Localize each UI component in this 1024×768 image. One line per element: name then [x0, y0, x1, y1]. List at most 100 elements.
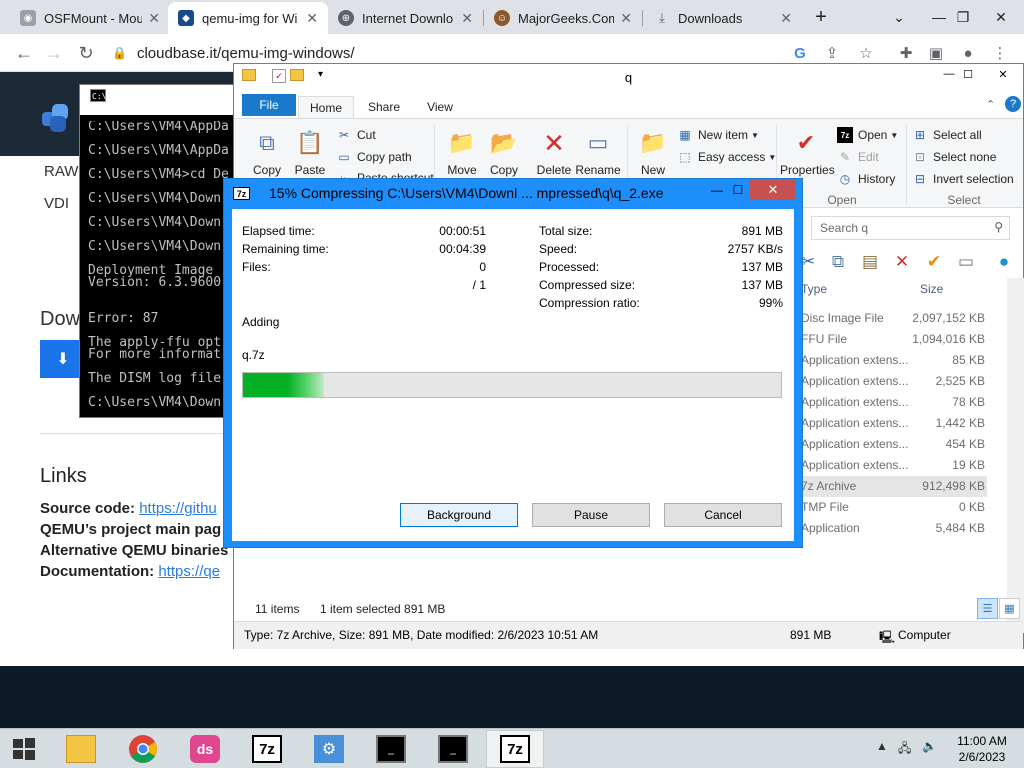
help-icon[interactable]: ? [1005, 96, 1021, 112]
close-icon[interactable]: ✕ [750, 180, 796, 200]
tab-share[interactable]: Share [360, 96, 408, 118]
start-button[interactable] [0, 730, 48, 768]
column-header-size[interactable]: Size [920, 282, 943, 296]
share-icon[interactable]: ⇪ [822, 43, 842, 63]
taskbar-chrome[interactable] [114, 730, 172, 768]
copy-icon: ⧉ [259, 130, 275, 155]
file-row[interactable]: Application extens... 19 KB [797, 455, 987, 476]
rename-button[interactable]: ▭ Rename [575, 127, 621, 177]
browser-tab-osfmount[interactable]: ◉ OSFMount - Mou ✕ [10, 2, 170, 34]
file-row[interactable]: Application extens... 2,525 KB [797, 371, 987, 392]
browser-tab-majorgeeks[interactable]: ☺ MajorGeeks.Com ✕ [484, 2, 642, 34]
paste-clipboard-icon[interactable]: ▤ [858, 250, 882, 274]
delete-x-icon[interactable]: ✕ [890, 250, 914, 274]
easy-access-button[interactable]: ⬚ Easy access ▼ [677, 149, 776, 165]
close-icon[interactable]: ✕ [984, 64, 1022, 84]
browser-tab-qemu-img[interactable]: ◆ qemu-img for Wi ✕ [168, 2, 328, 34]
paste-button[interactable]: 📋 Paste [287, 127, 333, 177]
cancel-button[interactable]: Cancel [664, 503, 782, 527]
tab-view[interactable]: View [418, 96, 462, 118]
open-button[interactable]: 7z Open ▼ [837, 127, 898, 143]
file-row[interactable]: Application extens... 1,442 KB [797, 413, 987, 434]
select-none-button[interactable]: ⊡ Select none [912, 149, 996, 165]
taskbar-7zip[interactable]: 7z [238, 730, 296, 768]
properties-button[interactable]: ✔ Properties [780, 127, 835, 177]
tab-close-icon[interactable]: ✕ [461, 10, 473, 27]
invert-selection-button[interactable]: ⊟ Invert selection [912, 171, 1014, 187]
taskbar-cmd-2[interactable]: _ [424, 730, 482, 768]
select-all-button[interactable]: ⊞ Select all [912, 127, 982, 143]
file-row[interactable]: 7z Archive 912,498 KB [797, 476, 987, 497]
cmd-title-bar[interactable]: C:\ [80, 85, 238, 115]
command-prompt-window[interactable]: C:\ C:\Users\VM4\AppDa C:\Users\VM4\AppDa… [79, 84, 239, 418]
background-button[interactable]: Background [400, 503, 518, 527]
alternative-binaries-link[interactable]: Alternative QEMU binaries [40, 542, 228, 559]
globe-icon[interactable]: ● [992, 250, 1016, 274]
taskbar-7zip-progress[interactable]: 7z [486, 730, 544, 768]
browser-tab-internet-download[interactable]: ⊕ Internet Downlo ✕ [328, 2, 483, 34]
copy-icon[interactable]: ⧉ [826, 250, 850, 274]
copy-button[interactable]: ⧉ Copy [244, 127, 290, 177]
edit-button[interactable]: ✎ Edit [837, 149, 879, 165]
show-hidden-icons-icon[interactable]: ▲ [876, 739, 888, 753]
maximize-icon[interactable]: ☐ [725, 180, 751, 200]
file-row[interactable]: Application 5,484 KB [797, 518, 987, 539]
new-item-button[interactable]: ▦ New item ▼ [677, 127, 759, 143]
chrome-menu-icon[interactable]: ⋮ [990, 43, 1010, 63]
tab-close-icon[interactable]: ✕ [620, 10, 632, 27]
delete-button[interactable]: ✕ Delete [531, 127, 577, 178]
column-header-type[interactable]: Type [801, 282, 827, 296]
system-clock[interactable]: 11:00 AM 2/6/2023 [946, 733, 1018, 765]
new-tab-button[interactable]: + [798, 0, 844, 34]
explorer-title-bar[interactable]: ✓ ▾ q — ☐ ✕ [234, 64, 1023, 92]
tab-close-icon[interactable]: ✕ [780, 10, 792, 27]
progress-bar [242, 372, 782, 398]
back-arrow-icon[interactable]: ← [12, 41, 36, 65]
history-button[interactable]: ◷ History [837, 171, 896, 187]
file-row[interactable]: TMP File 0 KB [797, 497, 987, 518]
bookmark-star-icon[interactable]: ☆ [856, 43, 876, 63]
cmd-line: For more informat [88, 347, 222, 362]
qemu-project-link[interactable]: QEMU’s project main pag [40, 521, 221, 538]
profile-avatar-icon[interactable]: ● [958, 43, 978, 63]
collapse-ribbon-icon[interactable]: ⌃ [986, 98, 995, 111]
extensions-puzzle-icon[interactable]: ✚ [896, 43, 916, 63]
file-row[interactable]: FFU File 1,094,016 KB [797, 329, 987, 350]
rename-icon[interactable]: ▭ [954, 250, 978, 274]
close-icon[interactable]: ✕ [978, 0, 1024, 34]
reload-icon[interactable]: ↻ [74, 41, 98, 65]
source-code-link[interactable]: https://githu [139, 500, 217, 517]
file-row[interactable]: Disc Image File 2,097,152 KB [797, 308, 987, 329]
volume-icon[interactable]: 🔈 [922, 739, 937, 753]
taskbar-cmd-1[interactable]: _ [362, 730, 420, 768]
tab-file[interactable]: File [242, 94, 296, 116]
file-type: Application extens... [801, 458, 909, 472]
file-list-scrollbar[interactable] [1007, 278, 1024, 633]
google-icon[interactable]: G [790, 43, 810, 63]
tab-close-icon[interactable]: ✕ [306, 10, 318, 27]
copy-path-button[interactable]: ▭ Copy path [336, 149, 411, 165]
sevenzip-progress-dialog[interactable]: 7z 15% Compressing C:\Users\VM4\Downl ..… [223, 178, 803, 548]
taskbar-file-explorer[interactable] [52, 730, 110, 768]
documentation-link[interactable]: https://qe [158, 563, 220, 580]
maximize-icon[interactable]: ☐ [955, 64, 981, 84]
large-icons-view-icon[interactable]: ▦ [999, 598, 1020, 619]
file-row[interactable]: Application extens... 85 KB [797, 350, 987, 371]
cut-button[interactable]: ✂ Cut [336, 127, 376, 143]
file-row[interactable]: Application extens... 454 KB [797, 434, 987, 455]
taskbar-computer-management[interactable]: ⚙ [300, 730, 358, 768]
tab-home[interactable]: Home [298, 96, 354, 118]
action-label: Adding [242, 315, 280, 329]
browser-tab-downloads[interactable]: ⤓ Downloads ✕ [644, 2, 802, 34]
details-view-icon[interactable]: ☰ [977, 598, 998, 619]
dropdown-arrow-icon: ▼ [890, 130, 899, 140]
pause-button[interactable]: Pause [532, 503, 650, 527]
side-panel-icon[interactable]: ▣ [926, 43, 946, 63]
properties-check-icon[interactable]: ✔ [922, 250, 946, 274]
taskbar-ds-app[interactable]: ds [176, 730, 234, 768]
tab-close-icon[interactable]: ✕ [148, 10, 160, 27]
file-row[interactable]: Application extens... 78 KB [797, 392, 987, 413]
network-icon[interactable]: 🖧 [898, 739, 911, 760]
forward-arrow-icon[interactable]: → [42, 41, 66, 65]
search-input[interactable]: Search q ⚲ [811, 216, 1010, 240]
